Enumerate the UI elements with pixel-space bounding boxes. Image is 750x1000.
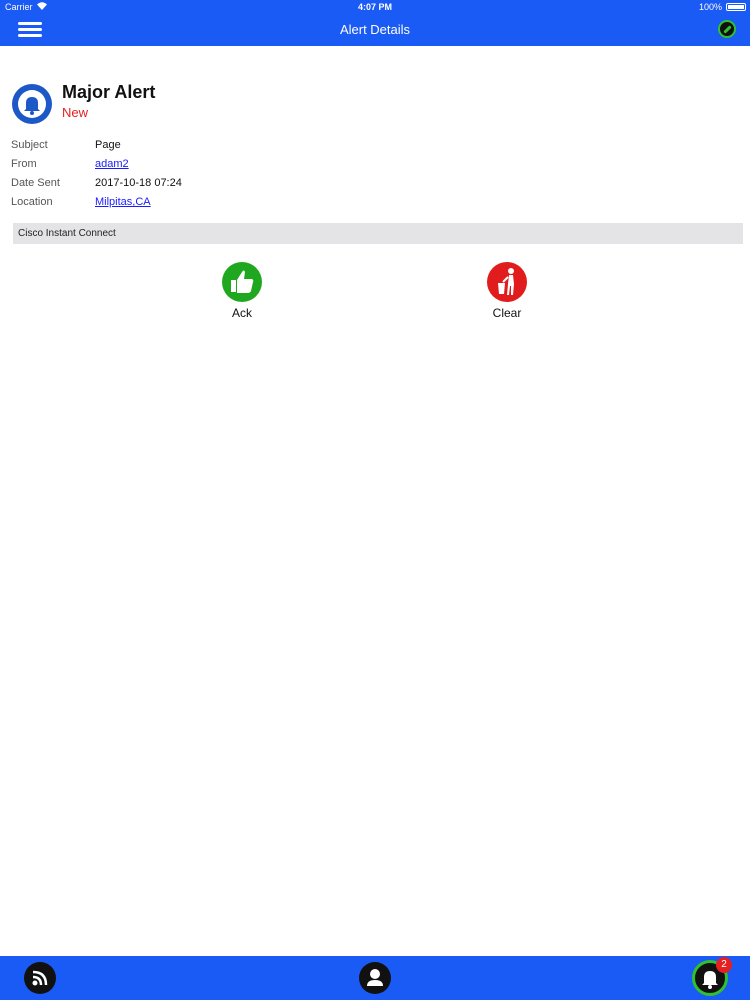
date-sent-label: Date Sent (11, 177, 60, 189)
date-sent-value: 2017-10-18 07:24 (95, 177, 182, 189)
alert-title: Major Alert (62, 82, 156, 102)
clear-label: Clear (492, 306, 522, 320)
location-link[interactable]: Milpitas,CA (95, 196, 151, 208)
trash-icon (487, 262, 527, 302)
clock: 4:07 PM (357, 2, 392, 12)
battery-icon (726, 3, 746, 11)
from-link[interactable]: adam2 (95, 158, 129, 170)
link-status-icon[interactable] (718, 20, 736, 38)
thumbs-up-icon (222, 262, 262, 302)
ack-label: Ack (231, 306, 252, 320)
bell-icon (12, 84, 52, 124)
tab-contacts[interactable] (359, 962, 391, 994)
channel-banner: Cisco Instant Connect (13, 223, 743, 244)
channel-name: Cisco Instant Connect (18, 228, 116, 239)
location-label: Location (11, 196, 53, 208)
ack-button[interactable]: Ack (212, 262, 272, 320)
alert-status: New (62, 105, 89, 120)
battery-percent: 100% (698, 2, 722, 12)
person-icon (367, 969, 383, 986)
top-bar: Carrier 4:07 PM 100% Alert Details (0, 0, 750, 46)
tab-feed[interactable] (24, 962, 56, 994)
status-bar: Carrier 4:07 PM 100% (0, 0, 750, 14)
from-label: From (11, 158, 37, 170)
clear-button[interactable]: Clear (477, 262, 537, 320)
tab-bar: 2 (0, 956, 750, 1000)
feed-icon (32, 970, 48, 986)
page-title: Alert Details (339, 22, 411, 37)
alerts-badge: 2 (716, 957, 732, 973)
subject-value: Page (95, 139, 121, 151)
tab-alerts[interactable]: 2 (692, 957, 732, 996)
subject-label: Subject (11, 139, 48, 151)
